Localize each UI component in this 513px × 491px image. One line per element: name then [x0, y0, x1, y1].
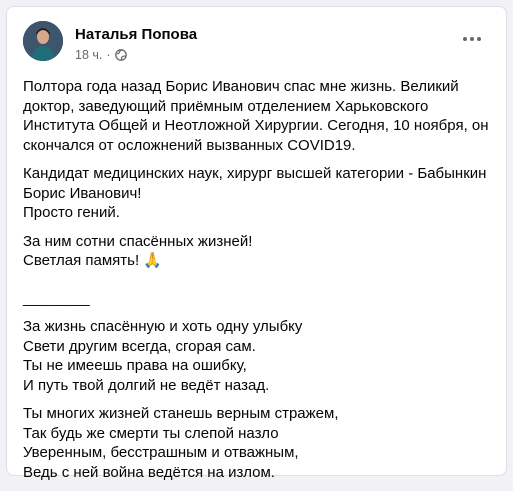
post-text-line: Ведь с ней война ведётся на излом. [23, 463, 275, 481]
post-text-line: Кандидат медицинских наук, хирург высшей… [23, 165, 487, 182]
post-text-line: скончался от осложнений вызванных COVID1… [23, 136, 356, 154]
post-time[interactable]: 18 ч. [75, 48, 102, 62]
post-text-line: Ты не имеешь права на ошибку, [23, 357, 247, 374]
post-text-line: Свети другим всегда, сгорая сам. [23, 337, 256, 355]
post-text-line: За ним сотни спасённых жизней! [23, 232, 253, 250]
post-paragraph: Полтора года назад Борис Иванович спас м… [23, 77, 492, 155]
post-text-line: ________ [23, 289, 90, 307]
post-card: Наталья Попова 18 ч. · Полтора года наза… [6, 6, 507, 481]
post-meta: 18 ч. · [75, 48, 127, 62]
post-text-line: Борис Иванович! [23, 184, 142, 202]
post-paragraph: За жизнь спасённую и хоть одну улыбку Све… [23, 317, 492, 395]
post-body: Полтора года назад Борис Иванович спас м… [23, 77, 492, 491]
post-text-line: доктор, заведующий приёмным отделением Х… [23, 97, 429, 115]
globe-icon[interactable] [114, 49, 127, 61]
more-options-icon [463, 37, 467, 41]
post-header: Наталья Попова 18 ч. · [23, 21, 490, 65]
post-text-line: Так будь же смерти ты слепой назло [23, 424, 279, 442]
meta-separator: · [106, 48, 111, 62]
more-options-button[interactable] [454, 21, 490, 57]
post-text-line: Просто гений. [23, 204, 120, 221]
post-text-line: Полтора года назад Борис Иванович спас м… [23, 78, 459, 95]
author-avatar[interactable] [23, 21, 63, 61]
avatar-image [23, 21, 63, 61]
more-options-icon-dot [470, 37, 474, 41]
post-paragraph: ________ [23, 289, 492, 309]
more-options-icon-dot [477, 37, 481, 41]
post-text-line: Уверенным, бесстрашным и отважным, [23, 444, 299, 461]
post-text-line: За жизнь спасённую и хоть одну улыбку [23, 318, 303, 335]
post-paragraph: Кандидат медицинских наук, хирург высшей… [23, 164, 492, 223]
post-paragraph: Ты многих жизней станешь верным стражем,… [23, 404, 492, 482]
post-text-line: И путь твой долгий не ведёт назад. [23, 376, 270, 394]
author-name[interactable]: Наталья Попова [75, 26, 197, 43]
post-text-line: Ты многих жизней станешь верным стражем, [23, 405, 339, 422]
post-text-line: Института Общей и Неотложной Хирургии. С… [23, 117, 489, 134]
post-text-line: Светлая память! 🙏 [23, 252, 162, 269]
post-paragraph: За ним сотни спасённых жизней! Светлая па… [23, 232, 492, 271]
